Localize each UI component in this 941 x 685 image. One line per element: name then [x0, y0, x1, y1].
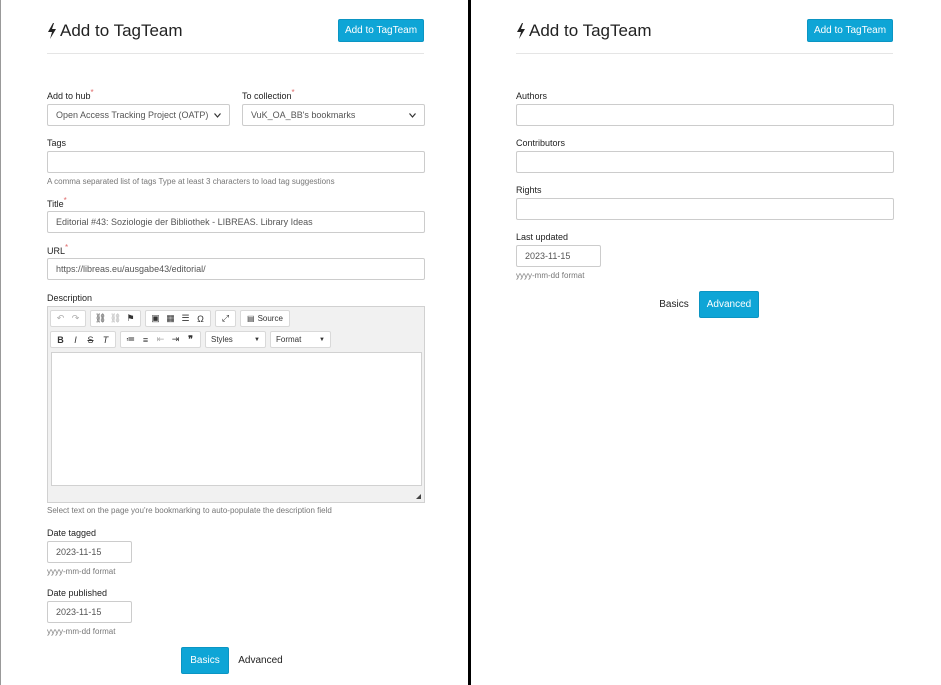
last-updated-label: Last updated [516, 232, 569, 242]
anchor-icon[interactable]: ⚑ [123, 311, 138, 326]
hub-select[interactable]: Open Access Tracking Project (OATP) [47, 104, 230, 126]
authors-label: Authors [516, 91, 548, 101]
outdent-icon[interactable]: ⇤ [153, 332, 168, 347]
rights-label: Rights [516, 185, 542, 195]
url-label: URL* [47, 243, 69, 257]
indent-icon[interactable]: ⇥ [168, 332, 183, 347]
table-icon[interactable]: ▦ [163, 311, 178, 326]
insert-group: ▣ ▦ ☰ Ω [145, 310, 211, 327]
editor-toolbar-row-1: ↶ ↷ ⛓ ⛓ ⚑ ▣ ▦ ☰ Ω ⤢ ▤ Source [50, 310, 294, 327]
styles-dropdown[interactable]: Styles ▼ [205, 331, 266, 348]
description-label: Description [47, 293, 93, 303]
special-char-icon[interactable]: Ω [193, 311, 208, 326]
blockquote-icon[interactable]: ❞ [183, 332, 198, 347]
source-group: ▤ Source [240, 310, 290, 327]
remove-format-icon[interactable]: T [98, 332, 113, 347]
link-group: ⛓ ⛓ ⚑ [90, 310, 141, 327]
rich-text-editor: ↶ ↷ ⛓ ⛓ ⚑ ▣ ▦ ☰ Ω ⤢ ▤ Source B I S T ≔ ≡… [47, 306, 425, 503]
undo-icon[interactable]: ↶ [53, 311, 68, 326]
format-dropdown[interactable]: Format ▼ [270, 331, 331, 348]
date-tagged-input[interactable]: 2023-11-15 [47, 541, 132, 563]
link-icon[interactable]: ⛓ [93, 311, 108, 326]
paragraph-group: ≔ ≡ ⇤ ⇥ ❞ [120, 331, 201, 348]
required-marker: * [65, 243, 69, 252]
required-marker: * [90, 88, 94, 97]
resize-handle-icon[interactable] [416, 494, 421, 499]
source-icon: ▤ [247, 314, 255, 323]
strike-icon[interactable]: S [83, 332, 98, 347]
basics-tab[interactable]: Basics [651, 291, 697, 318]
collection-label-text: To collection [242, 91, 292, 101]
page-title-text: Add to TagTeam [529, 21, 652, 40]
date-tagged-help: yyyy-mm-dd format [47, 567, 116, 576]
page-title: Add to TagTeam [47, 21, 183, 41]
tags-input[interactable] [47, 151, 425, 173]
numbered-list-icon[interactable]: ≔ [123, 332, 138, 347]
title-label-text: Title [47, 199, 64, 209]
basic-styles-group: B I S T [50, 331, 116, 348]
advanced-tab[interactable]: Advanced [233, 647, 288, 674]
editor-toolbar-row-2: B I S T ≔ ≡ ⇤ ⇥ ❞ Styles ▼ Format ▼ [50, 331, 335, 348]
required-marker: * [291, 88, 295, 97]
image-icon[interactable]: ▣ [148, 311, 163, 326]
authors-input[interactable] [516, 104, 894, 126]
required-marker: * [63, 196, 67, 205]
date-published-label: Date published [47, 588, 108, 598]
horizontal-rule-icon[interactable]: ☰ [178, 311, 193, 326]
tags-label: Tags [47, 138, 67, 148]
bold-icon[interactable]: B [53, 332, 68, 347]
advanced-tab[interactable]: Advanced [699, 291, 759, 318]
date-published-input[interactable]: 2023-11-15 [47, 601, 132, 623]
panel-header: Add to TagTeam Add to TagTeam [516, 14, 893, 54]
last-updated-input[interactable]: 2023-11-15 [516, 245, 601, 267]
date-tagged-label: Date tagged [47, 528, 97, 538]
add-to-tagteam-button[interactable]: Add to TagTeam [807, 19, 893, 42]
panel-header: Add to TagTeam Add to TagTeam [47, 14, 424, 54]
bolt-icon [517, 23, 525, 39]
unlink-icon[interactable]: ⛓ [108, 311, 123, 326]
last-updated-help: yyyy-mm-dd format [516, 271, 585, 280]
contributors-input[interactable] [516, 151, 894, 173]
source-button[interactable]: ▤ Source [243, 311, 287, 326]
styles-label: Styles [211, 335, 233, 344]
chevron-down-icon [214, 112, 221, 118]
redo-icon[interactable]: ↷ [68, 311, 83, 326]
description-help: Select text on the page you're bookmarki… [47, 506, 332, 515]
date-published-help: yyyy-mm-dd format [47, 627, 116, 636]
add-to-tagteam-button[interactable]: Add to TagTeam [338, 19, 424, 42]
left-panel: Add to TagTeam Add to TagTeam Add to hub… [0, 0, 468, 685]
hub-select-value: Open Access Tracking Project (OATP) [56, 110, 209, 120]
hub-label-text: Add to hub [47, 91, 91, 101]
collection-label: To collection* [242, 88, 295, 102]
description-editor-area[interactable] [51, 352, 422, 486]
bolt-icon [48, 23, 56, 39]
format-label: Format [276, 335, 302, 344]
title-label: Title* [47, 196, 67, 210]
page-title-text: Add to TagTeam [60, 21, 183, 40]
url-label-text: URL [47, 246, 66, 256]
tags-help: A comma separated list of tags Type at l… [47, 177, 335, 186]
page-title: Add to TagTeam [516, 21, 652, 41]
collection-select-value: VuK_OA_BB's bookmarks [251, 110, 356, 120]
rights-input[interactable] [516, 198, 894, 220]
title-input[interactable]: Editorial #43: Soziologie der Bibliothek… [47, 211, 425, 233]
italic-icon[interactable]: I [68, 332, 83, 347]
collection-select[interactable]: VuK_OA_BB's bookmarks [242, 104, 425, 126]
right-panel: Add to TagTeam Add to TagTeam Authors Co… [471, 0, 941, 685]
chevron-down-icon [409, 112, 416, 118]
contributors-label: Contributors [516, 138, 566, 148]
history-group: ↶ ↷ [50, 310, 86, 327]
chevron-down-icon: ▼ [254, 336, 260, 343]
tools-group: ⤢ [215, 310, 236, 327]
source-label: Source [257, 314, 283, 323]
hub-label: Add to hub* [47, 88, 94, 102]
maximize-icon[interactable]: ⤢ [218, 311, 233, 326]
basics-tab[interactable]: Basics [181, 647, 229, 674]
chevron-down-icon: ▼ [319, 336, 325, 343]
bulleted-list-icon[interactable]: ≡ [138, 332, 153, 347]
url-input[interactable]: https://libreas.eu/ausgabe43/editorial/ [47, 258, 425, 280]
